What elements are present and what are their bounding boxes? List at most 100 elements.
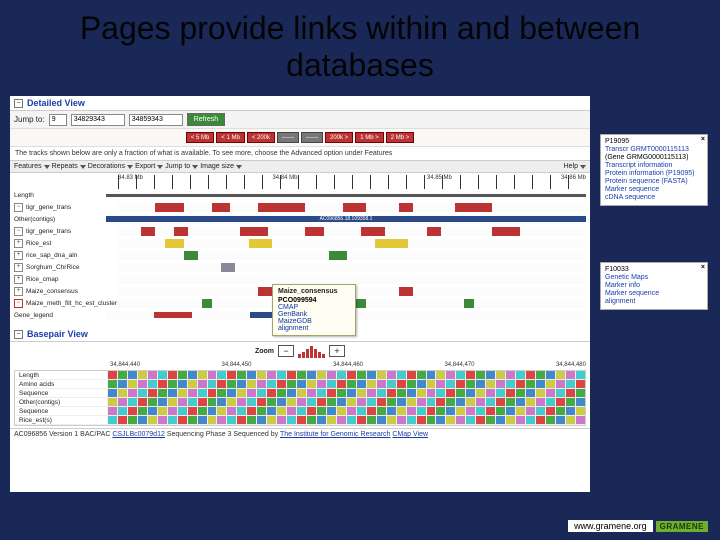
chevron-down-icon: [236, 165, 242, 169]
detailed-view-title: Detailed View: [27, 98, 85, 108]
track-label: tigr_gene_trans: [26, 228, 118, 235]
track-toggle-icon[interactable]: +: [14, 275, 23, 284]
zoom-out-button[interactable]: −: [278, 345, 294, 357]
menu-features[interactable]: Features: [14, 163, 50, 170]
side-panel-1: × P19095 Transcr GRMT0000115113 (Gene GR…: [600, 134, 708, 206]
track-label: Length: [14, 192, 106, 199]
side-link[interactable]: Marker info: [605, 282, 703, 289]
menu-decorations[interactable]: Decorations: [88, 163, 133, 170]
track-label: Sorghum_ChrRice: [26, 264, 118, 271]
zoom-label: Zoom: [255, 348, 274, 355]
chrom-input[interactable]: [49, 114, 67, 126]
zoom-in-button[interactable]: +: [329, 345, 345, 357]
chevron-down-icon: [157, 165, 163, 169]
track-label: Maize_consensus: [26, 288, 118, 295]
popup-link[interactable]: GenBank: [278, 311, 350, 318]
track-row: Other(contigs)AC096856.18.109358.1: [14, 213, 586, 225]
track-row: Length: [14, 189, 586, 201]
zoom-out-200k[interactable]: < 200k: [247, 132, 275, 143]
popup-link[interactable]: PCO099594: [278, 297, 350, 304]
close-icon[interactable]: ×: [701, 136, 705, 143]
sequence-footer: AC096856 Version 1 BAC/PAC CSJLBc0079d12…: [10, 428, 590, 440]
side-link[interactable]: Protein information (P19095): [605, 170, 703, 177]
zoom-out-5mb[interactable]: < 5 Mb: [186, 132, 215, 143]
track-label: Maize_meth_filt_hc_est_cluster: [26, 300, 118, 307]
bp-row-label: Length: [15, 371, 107, 379]
sequencer-link[interactable]: The Institute for Genomic Research: [280, 431, 391, 438]
chevron-down-icon: [127, 165, 133, 169]
menu-repeats[interactable]: Repeats: [52, 163, 86, 170]
menu-jumpto[interactable]: Jump to: [165, 163, 198, 170]
zoom-controls: < 5 Mb < 1 Mb < 200k —— —— 200k > 1 Mb >…: [10, 129, 590, 147]
side-link[interactable]: Protein sequence (FASTA): [605, 178, 703, 185]
popup-link[interactable]: CMAP: [278, 304, 350, 311]
to-input[interactable]: [129, 114, 183, 126]
cmap-link[interactable]: CMap View: [392, 431, 428, 438]
jump-row: Jump to: Refresh: [10, 111, 590, 129]
menu-imagesize[interactable]: Image size: [200, 163, 242, 170]
collapse-icon[interactable]: −: [14, 99, 23, 108]
refresh-button[interactable]: Refresh: [187, 113, 226, 126]
bac-link[interactable]: CSJLBc0079d12: [112, 431, 165, 438]
track-row: +Rice_est: [14, 237, 586, 249]
track-row: +rice_sap_dna_aln: [14, 249, 586, 261]
track-label: Gene_legend: [14, 312, 106, 319]
track-label: Other(contigs): [14, 216, 106, 223]
popup-link[interactable]: alignment: [278, 325, 350, 332]
side-link[interactable]: Marker sequence: [605, 186, 703, 193]
side-link[interactable]: cDNA sequence: [605, 194, 703, 201]
track-toggle-icon[interactable]: +: [14, 251, 23, 260]
chevron-down-icon: [80, 165, 86, 169]
site-url[interactable]: www.gramene.org: [568, 520, 653, 532]
track-label: tigr_gene_trans: [26, 204, 118, 211]
from-input[interactable]: [71, 114, 125, 126]
bp-row-label: Other(contigs): [15, 398, 107, 406]
zoom-out-1mb[interactable]: < 1 Mb: [216, 132, 245, 143]
zoom-in-2mb[interactable]: 2 Mb >: [386, 132, 415, 143]
track-row: +Sorghum_ChrRice: [14, 261, 586, 273]
bp-row-label: Amino acids: [15, 380, 107, 388]
track-label: Rice_est: [26, 240, 118, 247]
menu-help[interactable]: Help: [564, 163, 586, 170]
chevron-down-icon: [44, 165, 50, 169]
popup-link[interactable]: MaizeGDB: [278, 318, 350, 325]
basepair-grid: Length Amino acids Sequence Other(contig…: [14, 370, 586, 426]
track-label: rice_sap_dna_aln: [26, 252, 118, 259]
slide-title: Pages provide links within and between d…: [0, 0, 720, 92]
bp-cells: [107, 371, 585, 379]
feature-note: The tracks shown below are only a fracti…: [10, 147, 590, 160]
track-toggle-icon[interactable]: −: [14, 203, 23, 212]
track-label: Rice_cmap: [26, 276, 118, 283]
side-link[interactable]: alignment: [605, 298, 703, 305]
zoom-in-200k[interactable]: 200k >: [325, 132, 353, 143]
side-link[interactable]: Transcript information: [605, 162, 703, 169]
track-row: −tigr_gene_trans: [14, 201, 586, 213]
side-text: (Gene GRMG0000115113): [605, 154, 703, 161]
side-id: P19095: [605, 138, 703, 145]
side-link[interactable]: Transcr GRMT0000115113: [605, 146, 703, 153]
menu-export[interactable]: Export: [135, 163, 163, 170]
gramene-logo: GRAMENE: [656, 521, 708, 532]
track-toggle-icon[interactable]: −: [14, 299, 23, 308]
browser-screenshot: − Detailed View Jump to: Refresh < 5 Mb …: [10, 96, 590, 492]
collapse-icon[interactable]: −: [14, 330, 23, 339]
track-toggle-icon[interactable]: +: [14, 287, 23, 296]
bp-row-label: Sequence: [15, 389, 107, 397]
track-row: −tigr_gene_trans: [14, 225, 586, 237]
genomic-ruler: 34.83 Mb 34.84 Mb 34.85 Mb 34.86 Mb: [118, 175, 586, 189]
close-icon[interactable]: ×: [701, 264, 705, 271]
zoom-in-1mb[interactable]: 1 Mb >: [355, 132, 384, 143]
feature-menubar: Features Repeats Decorations Export Jump…: [10, 160, 590, 173]
basepair-view-title: Basepair View: [27, 329, 88, 339]
track-toggle-icon[interactable]: −: [14, 227, 23, 236]
bp-row-label: Rice_est(s): [15, 416, 107, 424]
zoom-sep2: ——: [301, 132, 323, 143]
popup-header: Maize_consensus: [278, 288, 350, 295]
track-popup: Maize_consensus PCO099594 CMAP GenBank M…: [272, 284, 356, 336]
side-link[interactable]: Genetic Maps: [605, 274, 703, 281]
track-toggle-icon[interactable]: +: [14, 239, 23, 248]
chevron-down-icon: [192, 165, 198, 169]
track-toggle-icon[interactable]: +: [14, 263, 23, 272]
side-id: F10033: [605, 266, 703, 273]
side-link[interactable]: Marker sequence: [605, 290, 703, 297]
